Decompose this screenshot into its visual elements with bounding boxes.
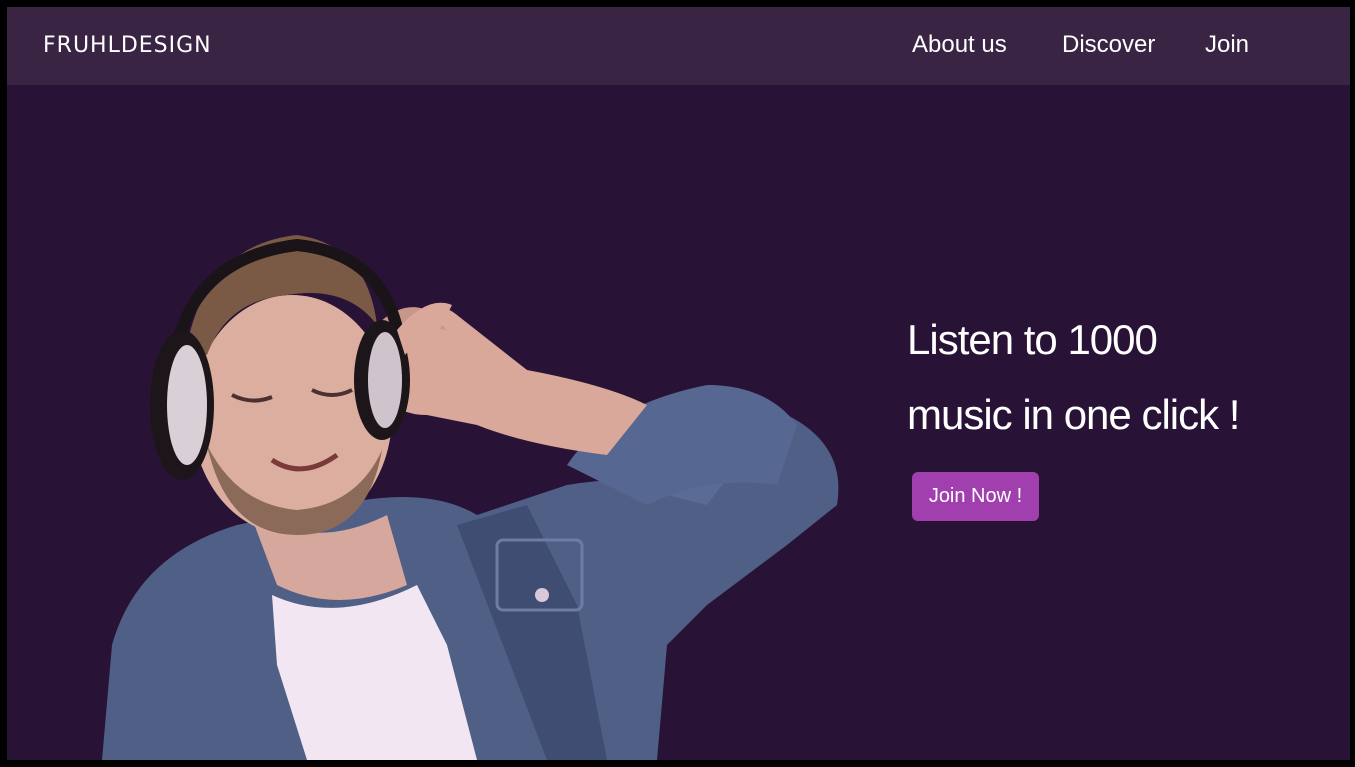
nav-link-about-us[interactable]: About us (912, 31, 1007, 59)
navbar: FRUHLDESIGN About us Discover Join (7, 7, 1350, 85)
join-now-button[interactable]: Join Now ! (912, 472, 1039, 521)
nav-link-join[interactable]: Join (1205, 31, 1249, 59)
nav-link-discover[interactable]: Discover (1062, 31, 1155, 59)
page-frame: FRUHLDESIGN About us Discover Join Liste… (7, 7, 1350, 760)
hero-headline: Listen to 1000 music in one click ! (907, 302, 1327, 452)
hero-photo-man-with-headphones (102, 235, 839, 760)
hero-headline-line-2: music in one click ! (907, 391, 1240, 438)
brand-logo[interactable]: FRUHLDESIGN (43, 33, 212, 58)
hero-headline-line-1: Listen to 1000 (907, 316, 1158, 363)
